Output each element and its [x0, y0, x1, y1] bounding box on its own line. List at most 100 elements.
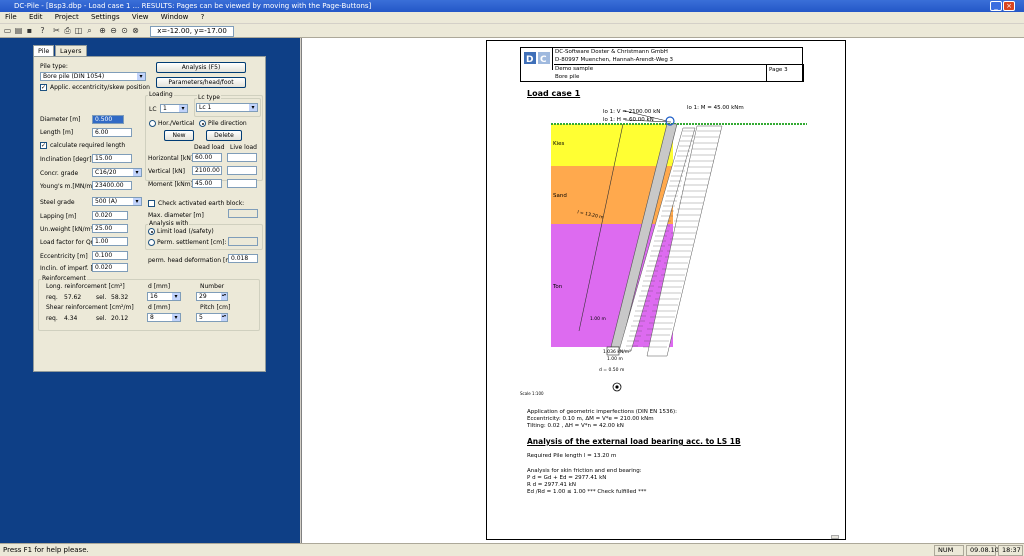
status-help-text: Press F1 for help please. — [3, 546, 89, 554]
check-earth-checkbox[interactable] — [148, 200, 155, 207]
menu-window[interactable]: Window — [156, 12, 194, 23]
load-v-prefix: lo 1: V — [603, 109, 621, 115]
limit-load-radio[interactable] — [148, 228, 155, 235]
reinforcement-title: Reinforcement — [41, 275, 87, 282]
lc-type-select[interactable]: Lc 1 — [196, 103, 258, 112]
layer-sand-label: Sand — [553, 193, 567, 199]
head-deformation-input[interactable]: 0.018 — [228, 254, 258, 263]
eccentricity-input[interactable]: 0.100 — [92, 251, 128, 260]
length-input[interactable]: 6.00 — [92, 128, 132, 137]
shear-pitch-spinner[interactable]: ▴▾ — [221, 314, 227, 321]
loading-group-title: Loading — [148, 91, 174, 98]
imperfection-input[interactable]: 0.020 — [92, 263, 128, 272]
lapping-input[interactable]: 0.020 — [92, 211, 128, 220]
load-factor-input[interactable]: 1.00 — [92, 237, 128, 246]
perm-settlement-radio[interactable] — [148, 239, 155, 246]
open-folder-icon[interactable]: ▤ — [14, 26, 23, 35]
imperf-line-2: Tilting: 0.02 , ΔH = V*n = 42.00 kN — [527, 423, 624, 429]
shear-sel-value: 20.12 — [111, 315, 129, 322]
max-diameter-input[interactable] — [228, 209, 258, 218]
num-lock-indicator: NUM — [934, 545, 964, 556]
perm-settlement-label: Perm. settlement [cm]: — [157, 239, 227, 246]
long-number-spinner[interactable]: ▴▾ — [221, 293, 227, 300]
horizontal-dead-input[interactable]: 60.00 — [192, 153, 222, 162]
layer-kies-label: Kies — [553, 141, 565, 147]
cut-icon[interactable]: ✂ — [52, 26, 61, 35]
lc-type-title: Lc type — [197, 94, 221, 101]
youngs-modulus-label: Young's m.[MN/m²] — [40, 183, 98, 190]
menu-file[interactable]: File — [0, 12, 22, 23]
new-file-icon[interactable]: ▭ — [3, 26, 12, 35]
rd-line: R d = 2977.41 kN — [527, 482, 576, 488]
zoom-in-icon[interactable]: ⊕ — [98, 26, 107, 35]
menu-view[interactable]: View — [127, 12, 154, 23]
menu-edit[interactable]: Edit — [24, 12, 48, 23]
load-v-value: = 2100.00 kN — [622, 109, 661, 115]
delete-button[interactable]: Delete — [206, 130, 242, 141]
long-d-select[interactable]: 16 — [147, 292, 181, 301]
print-preview-icon[interactable]: ◫ — [74, 26, 83, 35]
head-deformation-label: perm. head deformation [m] — [148, 257, 234, 264]
lc-select[interactable]: 1 — [160, 104, 188, 113]
diameter-input[interactable]: 0.500 — [92, 115, 124, 124]
load-h-prefix: lo 1: H — [603, 117, 621, 123]
load-m-prefix: lo 1: M — [687, 105, 706, 111]
page-corner-handle[interactable] — [831, 535, 839, 539]
tab-layers[interactable]: Layers — [55, 45, 87, 56]
lc-label: LC — [149, 106, 157, 113]
title-bar: DC-Pile - [Bsp3.dbp - Load case 1 ... RE… — [0, 0, 1024, 12]
close-button[interactable]: × — [1003, 1, 1015, 11]
unit-weight-input[interactable]: 25.00 — [92, 224, 128, 233]
save-icon[interactable]: ▪ — [25, 26, 34, 35]
shear-d-select[interactable]: 8 — [147, 313, 181, 322]
moment-label: Moment [kNm] — [148, 181, 193, 188]
number-label: Number — [200, 283, 225, 290]
menu-help[interactable]: ? — [196, 12, 210, 23]
applic-checkbox[interactable]: ✓ — [40, 84, 47, 91]
zoom-all-icon[interactable]: ⊗ — [131, 26, 140, 35]
long-sel-value: 58.32 — [111, 294, 129, 301]
shear-req-label: req. — [46, 315, 58, 322]
project-subject: Bore pile — [555, 74, 580, 80]
minimize-button[interactable]: _ — [990, 1, 1002, 11]
print-icon[interactable]: ⎙ — [63, 26, 72, 35]
window-title: DC-Pile - [Bsp3.dbp - Load case 1 ... RE… — [14, 2, 372, 10]
company-address: D-80997 Muenchen, Hannah-Arendt-Weg 3 — [555, 57, 674, 63]
dim-annot-1: 1.00 m — [590, 317, 606, 322]
analysis-button[interactable]: Analysis (F5) — [156, 62, 246, 73]
inclination-label: Inclination [degr] — [40, 156, 92, 163]
new-button[interactable]: New — [164, 130, 194, 141]
menu-settings[interactable]: Settings — [86, 12, 125, 23]
youngs-modulus-input[interactable]: 23400.00 — [92, 181, 132, 190]
pile-direction-label: Pile direction — [208, 120, 247, 127]
parameters-button[interactable]: Parameters/head/foot — [156, 77, 246, 88]
load-m-label: lo 1: M = 45.00 kNm — [687, 105, 744, 111]
zoom-fit-icon[interactable]: ⊙ — [120, 26, 129, 35]
zoom-icon[interactable]: ⌕ — [85, 26, 94, 35]
pile-type-select[interactable]: Bore pile (DIN 1054) — [40, 72, 146, 81]
shear-sel-label: sel. — [96, 315, 107, 322]
pile-direction-radio[interactable] — [199, 120, 206, 127]
horizontal-live-input[interactable] — [227, 153, 257, 162]
analysis-title: Analysis of the external load bearing ac… — [527, 437, 741, 446]
shear-d-label: d [mm] — [148, 304, 171, 311]
concrete-grade-select[interactable]: C16/20 — [92, 168, 142, 177]
vertical-live-input[interactable] — [227, 166, 257, 175]
menu-project[interactable]: Project — [50, 12, 84, 23]
vertical-dead-input[interactable]: 2100.00 — [192, 166, 222, 175]
long-d-label: d [mm] — [148, 283, 171, 290]
steel-grade-label: Steel grade — [40, 199, 75, 206]
moment-live-input[interactable] — [227, 179, 257, 188]
calc-length-checkbox[interactable]: ✓ — [40, 142, 47, 149]
hor-vertical-radio[interactable] — [149, 120, 156, 127]
dim-annot-3: 1.00 m — [607, 357, 623, 362]
status-time: 18:37 — [998, 545, 1023, 556]
kies-layer — [551, 124, 673, 166]
moment-dead-input[interactable]: 45.00 — [192, 179, 222, 188]
zoom-out-icon[interactable]: ⊖ — [109, 26, 118, 35]
steel-grade-select[interactable]: 500 (A) — [92, 197, 142, 206]
max-diameter-label: Max. diameter [m] — [148, 212, 204, 219]
help-icon[interactable]: ? — [38, 26, 47, 35]
inclination-input[interactable]: 15.00 — [92, 154, 132, 163]
perm-settlement-input[interactable] — [228, 237, 258, 246]
